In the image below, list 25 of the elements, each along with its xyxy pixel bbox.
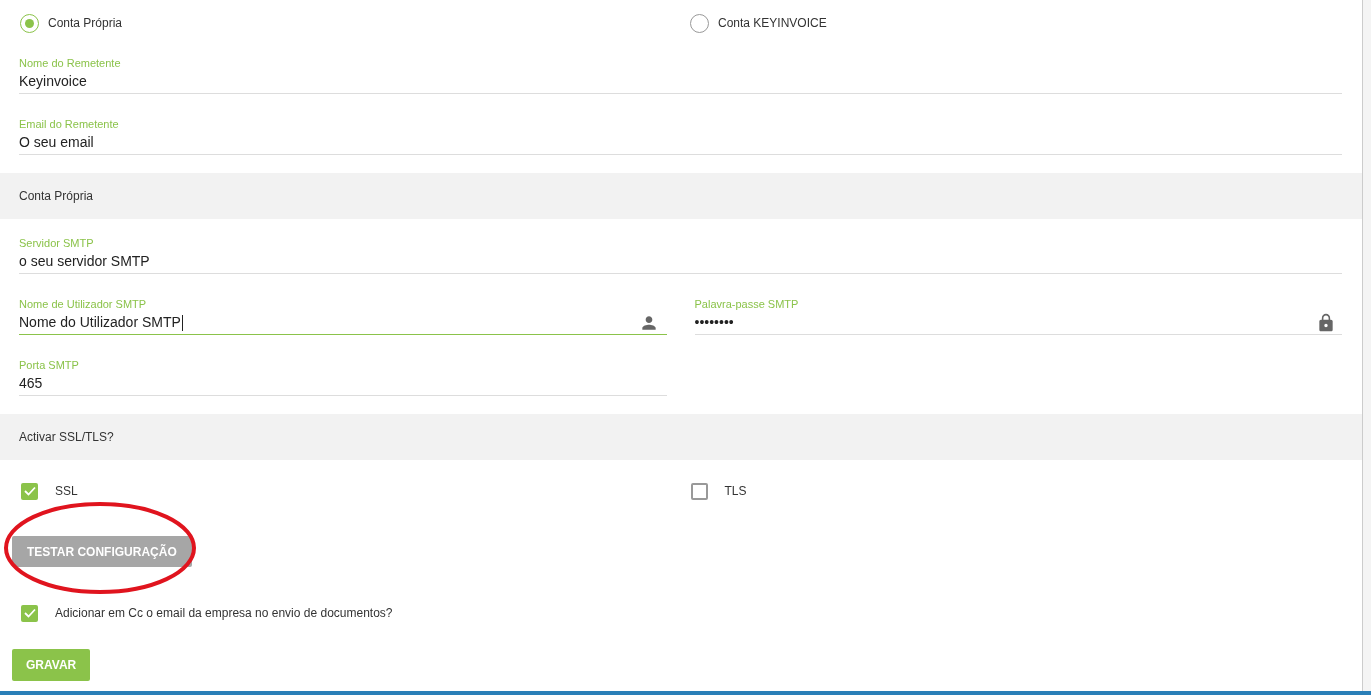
- radio-label: Conta Própria: [48, 15, 123, 32]
- scrollbar[interactable]: [1362, 0, 1371, 691]
- section-header: Conta Própria: [0, 173, 1362, 219]
- input-field[interactable]: 465: [19, 372, 667, 396]
- input-field[interactable]: Nome do Utilizador SMTP: [19, 311, 667, 335]
- checkbox[interactable]: [21, 604, 38, 622]
- field-label: Nome do Remetente: [19, 56, 121, 70]
- section-header: Activar SSL/TLS?: [0, 414, 1362, 460]
- field-label: Porta SMTP: [19, 358, 79, 372]
- checkbox[interactable]: [21, 482, 38, 500]
- input-field[interactable]: Keyinvoice: [19, 70, 1342, 94]
- checkbox-label: Adicionar em Cc o email da empresa no envio de documentos?: [55, 605, 393, 622]
- field-label: Nome de Utilizador SMTP: [19, 297, 147, 311]
- input-field[interactable]: ••••••••: [694, 311, 1342, 335]
- radio-label: Conta KEYINVOICE: [718, 15, 827, 32]
- checkbox-label: TLS: [724, 483, 747, 500]
- lock-icon: [1316, 312, 1336, 333]
- input-field[interactable]: o seu servidor SMTP: [19, 250, 1342, 274]
- checkbox[interactable]: [690, 482, 708, 500]
- input-field[interactable]: O seu email: [19, 131, 1342, 155]
- field-label: Palavra-passe SMTP: [694, 297, 799, 311]
- checkbox-label: SSL: [55, 483, 78, 500]
- field-label: Servidor SMTP: [19, 236, 94, 250]
- field-label: Email do Remetente: [19, 117, 119, 131]
- text-cursor: [181, 314, 183, 331]
